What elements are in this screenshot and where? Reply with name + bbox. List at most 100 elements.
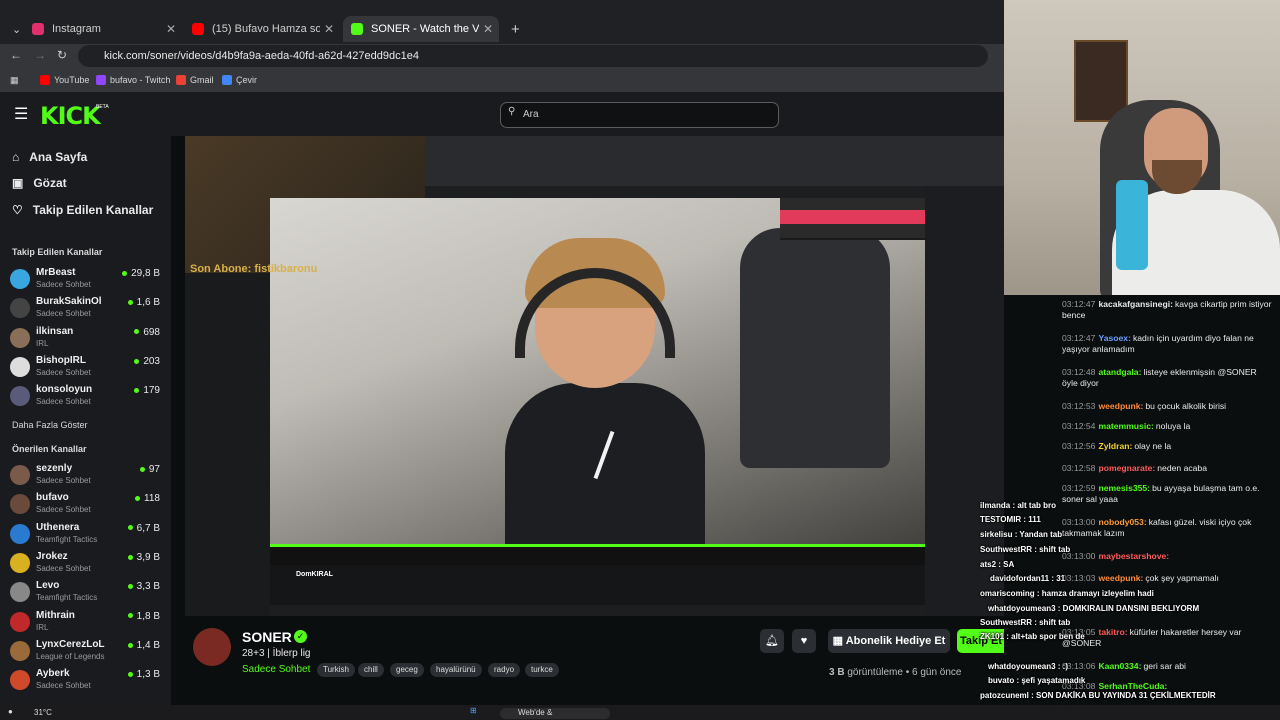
channel-category: Sadece Sohbet [36,563,91,573]
nav-following[interactable]: ♡ Takip Edilen Kanallar [12,203,153,217]
stream-category[interactable]: Sadece Sohbet [242,664,310,675]
chat-username[interactable]: weedpunk: [1098,401,1143,411]
sidebar-channel[interactable]: Ayberk Sadece Sohbet 1,3 B [10,668,162,696]
chat-username[interactable]: Kaan0334: [1098,661,1141,671]
viewer-count: 698 [134,327,160,338]
beta-label: BETA [96,104,109,110]
tab-youtube[interactable]: (15) Bufavo Hamza sosyal linçe ✕ [184,16,340,42]
bookmark-youtube[interactable]: YouTube [40,75,89,85]
tab-kick-active[interactable]: SONER - Watch the VOD o ✕ [343,16,499,42]
new-tab-button[interactable]: + [503,16,523,42]
chat-username[interactable]: atandgala: [1098,367,1141,377]
bookmark-gmail[interactable]: Gmail [176,75,214,85]
chat-username[interactable]: Yasoex: [1098,333,1131,343]
sidebar-channel[interactable]: bufavo Sadece Sohbet 118 [10,492,162,520]
sidebar-channel[interactable]: Mithrain IRL 1,8 B [10,610,162,638]
tag-hayalurunu[interactable]: hayalürünü [430,663,482,677]
viewer-count: 97 [140,464,160,475]
sidebar-channel[interactable]: ilkinsan IRL 698 [10,326,162,354]
channel-category: Teamfight Tactics [36,534,98,544]
chat-username[interactable]: nemesis355: [1098,483,1150,493]
channel-name: ilkinsan [36,325,74,337]
chat-username[interactable]: matemmusic: [1098,421,1153,431]
chat-username[interactable]: Zyldran: [1098,441,1132,451]
embedded-browser-chrome [425,136,1004,186]
url-field[interactable]: kick.com/soner/videos/d4b9fa9a-aeda-40fd… [78,45,988,67]
viewer-count: 29,8 B [122,268,160,279]
menu-icon[interactable]: ☰ [14,104,28,124]
nav-browse[interactable]: ▣ Gözat [12,176,67,190]
channel-name: Mithrain [36,609,75,621]
webcam-cup [1116,180,1148,270]
chat-message: 03:12:48 atandgala: listeye eklenmişsin @S… [1062,367,1274,389]
forward-icon[interactable]: → [34,48,46,62]
chat-username[interactable]: kacakafgansinegi: [1098,299,1173,309]
tag-radyo[interactable]: radyo [488,663,521,677]
heart-icon[interactable]: ♥ [792,629,816,653]
chat-text: geri sar abi [1143,661,1186,671]
sidebar-channel[interactable]: Jrokez Sadece Sohbet 3,9 B [10,551,162,579]
overlay-chat-line: SouthwestRR : shift tab [980,618,1071,627]
reload-icon[interactable]: ↻ [57,48,67,62]
notification-bell-icon[interactable]: 🔔︎ [760,629,784,653]
channel-category: IRL [36,622,49,632]
sidebar-channel[interactable]: MrBeast Sadece Sohbet 29,8 B [10,267,162,295]
sidebar-channel[interactable]: Uthenera Teamfight Tactics 6,7 B [10,522,162,550]
kick-logo[interactable]: KICK [40,102,101,130]
sidebar-channel[interactable]: BurakSakinOl Sadece Sohbet 1,6 B [10,296,162,324]
tab-list-button[interactable]: ⌄ [4,16,21,42]
chat-message: 03:12:59 nemesis355: bu ayyaşa bulaşma tam… [1062,483,1274,505]
channel-name[interactable]: SONER [242,629,292,645]
sidebar-channel[interactable]: sezenly Sadece Sohbet 97 [10,463,162,491]
show-more-link[interactable]: Daha Fazla Göster [12,420,88,430]
heart-icon: ♡ [12,203,23,217]
bookmark-twitch[interactable]: bufavo - Twitch [96,75,170,85]
apps-icon[interactable]: ▦ [10,75,19,86]
viewer-count: 203 [134,356,160,367]
chat-message: 03:12:53 weedpunk: bu çocuk alkolik birisi [1062,401,1274,412]
sidebar-channel[interactable]: Levo Teamfight Tactics 3,3 B [10,580,162,608]
channel-category: Teamfight Tactics [36,593,98,603]
channel-avatar [10,269,30,289]
bookmark-translate[interactable]: Çevir [222,75,257,85]
tag-geceg[interactable]: geceg [390,663,424,677]
youtube-icon [40,75,50,85]
chat-username[interactable]: weedpunk: [1098,573,1143,583]
tag-turkish[interactable]: Turkish [317,663,355,677]
close-tab-icon[interactable]: ✕ [166,22,176,36]
overlay-chat-line: whatdoyoumean3 : DOMKIRALIN DANSINI BEKL… [988,604,1200,613]
channel-name: Uthenera [36,521,80,533]
tag-chill[interactable]: chill [358,663,384,677]
search-input[interactable]: Ara [500,102,779,128]
gift-sub-button[interactable]: ▦ Abonelik Hediye Et [828,629,950,653]
bookmarks-bar: ▦ YouTube bufavo - Twitch Gmail Çevir [0,70,1004,92]
chat-username[interactable]: nobody053: [1098,517,1146,527]
viewer-count: 179 [134,385,160,396]
embedded-sidebar [185,273,270,616]
chat-username[interactable]: takitro: [1098,627,1127,637]
viewer-count: 3,3 B [128,581,160,592]
channel-avatar [10,327,30,348]
chat-username[interactable]: SerhanTheCuda: [1098,681,1167,691]
nav-home[interactable]: ⌂ Ana Sayfa [12,150,87,164]
back-icon[interactable]: ← [10,48,22,62]
sidebar-channel[interactable]: LynxCerezLoL League of Legends 1,4 B [10,639,162,667]
taskbar-search[interactable]: Web'de & [500,708,610,719]
close-tab-icon[interactable]: ✕ [324,22,334,36]
overlay-chat-line: whatdoyoumean3 : :) [988,662,1069,671]
channel-avatar [10,670,30,691]
chat-timestamp: 03:12:47 [1062,333,1096,343]
channel-avatar[interactable] [193,628,231,666]
channel-category: Sadece Sohbet [36,681,91,691]
chat-username[interactable]: pomegnarate: [1098,463,1155,473]
close-tab-icon[interactable]: ✕ [483,22,493,36]
chat-username[interactable]: maybestarshove: [1098,551,1169,561]
start-icon[interactable]: ⊞ [470,706,477,715]
video-player[interactable]: Son Abone: fistikbaronu DomKIRAL [185,136,1004,616]
view-count: 3 B görüntüleme • 6 gün önce [829,667,962,678]
sidebar-channel[interactable]: BishopIRL Sadece Sohbet 203 [10,355,162,383]
weather-icon: ● [8,707,13,716]
sidebar-channel[interactable]: konsoloyun Sadece Sohbet 179 [10,384,162,412]
tab-instagram[interactable]: Instagram ✕ [24,16,182,42]
tag-turkce[interactable]: turkce [525,663,559,677]
